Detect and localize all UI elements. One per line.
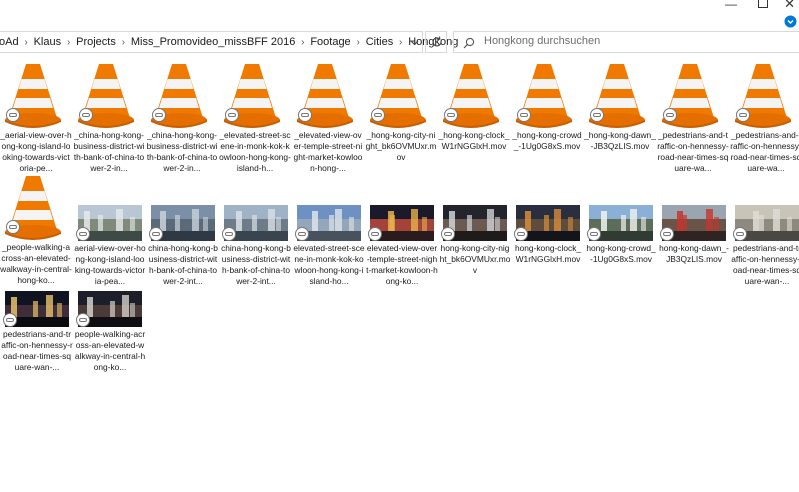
breadcrumb-item[interactable]: Projects <box>76 36 116 48</box>
file-name: pedestrians-and-traffic-on-hennessy-road… <box>1 329 73 372</box>
cloud-status-icon <box>222 227 236 241</box>
file-name: _hong-kong-dawn_-JB3QzLIS.mov <box>584 130 656 151</box>
file-name: people-walking-across-an-elevated-walkwa… <box>74 329 146 372</box>
cloud-status-icon <box>76 227 90 241</box>
cloud-status-icon <box>6 220 20 234</box>
cloud-status-icon <box>368 227 382 241</box>
file-name: _elevated-street-scene-in-monk-kok-kowlo… <box>219 130 291 173</box>
file-name: pedestrians-and-traffic-on-hennessy-road… <box>731 243 799 286</box>
chevron-right-icon[interactable]: › <box>19 37 34 48</box>
window-controls: — ✕ <box>679 0 799 14</box>
breadcrumb: oAd › Klaus › Projects › Miss_Promovideo_missB… <box>0 36 458 48</box>
chevron-right-icon[interactable]: › <box>351 37 366 48</box>
breadcrumb-item[interactable]: Miss_Promovideo_missBFF 2016 <box>131 36 295 48</box>
breadcrumb-item[interactable]: Klaus <box>34 36 62 48</box>
refresh-icon <box>432 36 442 47</box>
cloud-status-icon <box>587 227 601 241</box>
cloud-status-icon <box>660 227 674 241</box>
maximize-button[interactable] <box>758 0 768 8</box>
file-name: _people-walking-across-an-elevated-walkw… <box>0 242 72 285</box>
file-name: aerial-view-over-hong-kong-island-lookin… <box>74 243 146 286</box>
close-button[interactable]: ✕ <box>784 0 795 10</box>
cloud-status-icon <box>371 108 385 122</box>
file-name: _pedestrians-and-traffic-on-hennessy-roa… <box>657 130 729 173</box>
cloud-status-icon <box>149 227 163 241</box>
minimize-button[interactable]: — <box>725 0 737 10</box>
cloud-status-icon <box>295 227 309 241</box>
cloud-status-icon <box>225 108 239 122</box>
cloud-status-icon <box>444 108 458 122</box>
file-name: _pedestrians-and-traffic-on-hennessy-roa… <box>730 130 799 173</box>
file-name: _elevated-view-over-temple-street-night-… <box>293 130 363 173</box>
file-name: _china-hong-kong-business-district-with-… <box>73 130 145 173</box>
search-box[interactable] <box>453 31 799 53</box>
cloud-status-icon <box>152 108 166 122</box>
search-icon <box>463 37 475 49</box>
chevron-down-icon[interactable] <box>410 38 419 47</box>
cloud-status-icon <box>3 313 17 327</box>
ribbon-expand-icon[interactable] <box>784 15 797 28</box>
address-row: oAd › Klaus › Projects › Miss_Promovideo_missB… <box>0 31 799 55</box>
breadcrumb-item[interactable]: oAd <box>0 36 19 48</box>
chevron-right-icon[interactable]: › <box>116 37 131 48</box>
search-input[interactable] <box>482 34 786 48</box>
file-name: elevated-street-scene-in-monk-kok-kowloo… <box>293 243 365 286</box>
cloud-status-icon <box>514 227 528 241</box>
file-name: hong-kong-dawn_-JB3QzLIS.mov <box>659 243 729 264</box>
cloud-status-icon <box>736 108 750 122</box>
breadcrumb-item[interactable]: Footage <box>310 36 350 48</box>
chevron-right-icon[interactable]: › <box>393 37 408 48</box>
breadcrumb-item[interactable]: Cities <box>366 36 394 48</box>
file-name: _hong-kong-crowd_-1Ug0G8xS.mov <box>512 130 582 151</box>
file-name: hong-kong-city-night_bk6OVMUxr.mov <box>439 243 511 275</box>
cloud-status-icon <box>298 108 312 122</box>
file-name: hong-kong-clock_W1rNGGlxH.mov <box>514 243 582 264</box>
refresh-button[interactable] <box>425 31 447 53</box>
cloud-status-icon <box>590 108 604 122</box>
file-name: _hong-kong-clock_W1rNGGlxH.mov <box>438 130 510 151</box>
file-name: _aerial-view-over-hong-kong-island-looki… <box>0 130 72 173</box>
address-bar[interactable]: oAd › Klaus › Projects › Miss_Promovideo_missB… <box>0 31 458 53</box>
cloud-status-icon <box>76 313 90 327</box>
file-name: _china-hong-kong-business-district-with-… <box>146 130 218 173</box>
cloud-status-icon <box>6 108 20 122</box>
file-name: china-hong-kong-business-district-with-b… <box>221 243 291 286</box>
file-name: china-hong-kong-business-district-with-b… <box>148 243 218 286</box>
cloud-status-icon <box>517 108 531 122</box>
file-name: elevated-view-over-temple-street-night-m… <box>366 243 438 286</box>
cloud-status-icon <box>79 108 93 122</box>
cloud-status-icon <box>441 227 455 241</box>
cloud-status-icon <box>733 227 747 241</box>
chevron-right-icon[interactable]: › <box>61 37 76 48</box>
chevron-right-icon[interactable]: › <box>295 37 310 48</box>
file-name: hong-kong-crowd_-1Ug0G8xS.mov <box>586 243 656 264</box>
cloud-status-icon <box>663 108 677 122</box>
file-name: _hong-kong-city-night_bk6OVMUxr.mov <box>365 130 437 162</box>
